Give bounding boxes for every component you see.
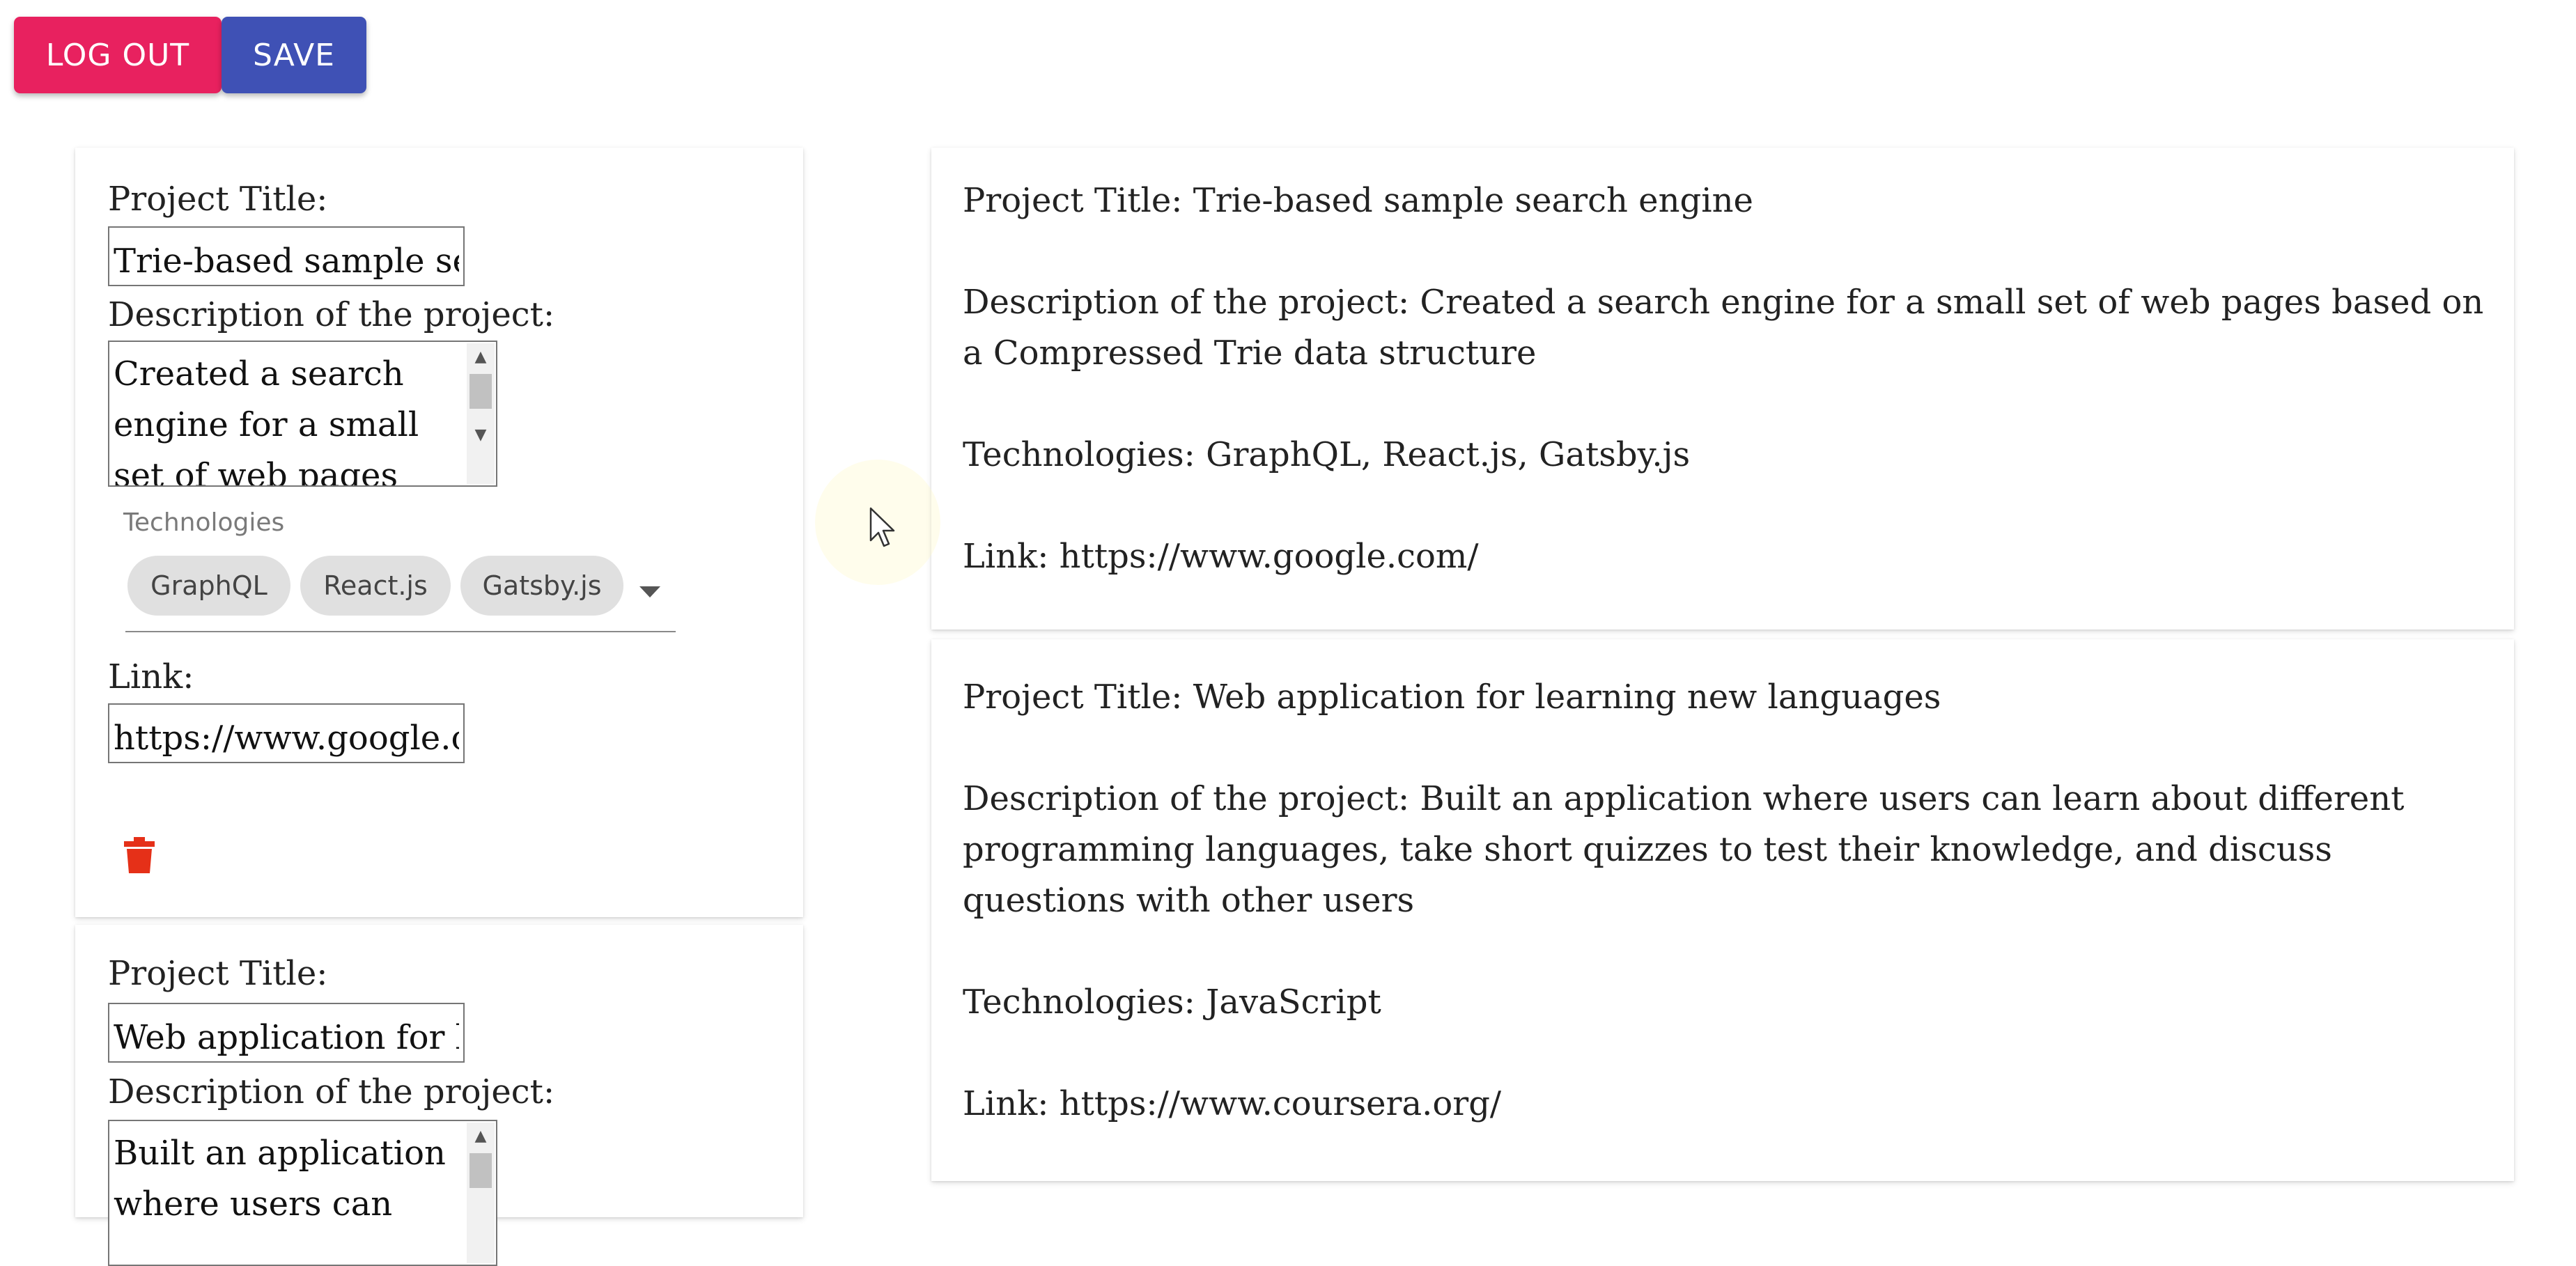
textarea-scrollbar[interactable]: ▲ ▼ (467, 343, 495, 484)
technologies-label: Technologies (123, 508, 285, 537)
technology-chip[interactable]: React.js (300, 556, 451, 616)
scroll-up-icon[interactable]: ▲ (467, 343, 495, 371)
project-edit-form: Project Title: Description of the projec… (75, 148, 803, 917)
link-input[interactable] (108, 703, 465, 763)
technologies-underline (125, 631, 676, 632)
preview-title: Project Title: Trie-based sample search … (963, 181, 1753, 220)
project-title-input[interactable] (108, 1003, 465, 1063)
scroll-thumb[interactable] (470, 374, 492, 409)
project-title-label: Project Title: (108, 180, 328, 219)
project-edit-form: Project Title: Description of the projec… (75, 925, 803, 1266)
logout-button[interactable]: LOG OUT (14, 17, 222, 93)
project-preview-card: Project Title: Web application for learn… (931, 639, 2514, 1181)
preview-description: Description of the project: Created a se… (963, 283, 2484, 373)
link-label: Link: (108, 657, 194, 696)
scroll-thumb[interactable] (470, 1153, 492, 1188)
preview-link: Link: https://www.google.com/ (963, 537, 1479, 576)
preview-technologies: Technologies: JavaScript (963, 983, 1381, 1022)
project-title-input[interactable] (108, 226, 465, 286)
technology-chip[interactable]: GraphQL (127, 556, 290, 616)
preview-link: Link: https://www.coursera.org/ (963, 1084, 1502, 1123)
description-textarea[interactable]: Created a search engine for a small set … (108, 341, 497, 487)
description-text: Built an application where users can (114, 1134, 446, 1224)
trash-icon[interactable] (124, 837, 155, 873)
description-textarea[interactable]: Built an application where users can ▲ (108, 1120, 497, 1266)
description-text: Created a search engine for a small set … (114, 354, 419, 487)
technology-chip[interactable]: Gatsby.js (460, 556, 623, 616)
preview-technologies: Technologies: GraphQL, React.js, Gatsby.… (963, 435, 1691, 474)
preview-title: Project Title: Web application for learn… (963, 678, 1941, 717)
scroll-up-icon[interactable]: ▲ (467, 1123, 495, 1150)
textarea-scrollbar[interactable]: ▲ (467, 1123, 495, 1263)
preview-description: Description of the project: Built an app… (963, 779, 2405, 920)
description-label: Description of the project: (108, 1072, 555, 1111)
project-title-label: Project Title: (108, 954, 328, 993)
save-button[interactable]: SAVE (222, 17, 366, 93)
arrow-drop-down-icon[interactable] (639, 586, 660, 597)
project-preview-card: Project Title: Trie-based sample search … (931, 148, 2514, 630)
description-label: Description of the project: (108, 295, 555, 334)
scroll-down-icon[interactable]: ▼ (467, 421, 495, 449)
mouse-pointer-icon (869, 507, 895, 547)
